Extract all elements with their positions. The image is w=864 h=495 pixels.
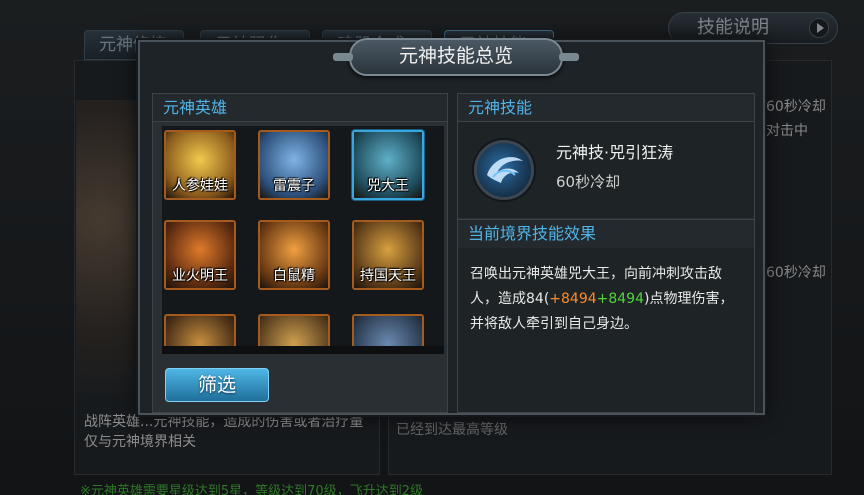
hero-name: 雷震子	[273, 178, 315, 194]
hero-name: 持国天王	[360, 268, 416, 284]
skill-effect-description: 召唤出元神英雄兕大王，向前冲刺攻击敌人，造成84(+8494+8494)点物理伤…	[470, 262, 746, 337]
hero-card[interactable]: 兕大王	[352, 130, 424, 200]
effect-bonus-green: +8494	[596, 291, 644, 307]
hero-name: 业火明王	[172, 268, 228, 284]
hero-card[interactable]: 持国天王	[352, 220, 424, 290]
effect-header: 当前境界技能效果	[458, 219, 754, 249]
filter-button[interactable]: 筛选	[165, 368, 269, 402]
hero-grid[interactable]: 人参娃娃 雷震子 兕大王业火明王 白鼠精 持国天王	[162, 126, 444, 354]
hero-name: 兕大王	[367, 178, 409, 194]
hero-card[interactable]: 人参娃娃	[164, 130, 236, 200]
water-vortex-skill-icon[interactable]	[474, 140, 534, 200]
skill-cooldown: 60秒冷却	[556, 173, 621, 191]
effect-bonus-orange: +8494	[549, 291, 597, 307]
hero-list-header: 元神英雄	[153, 94, 447, 122]
skill-name: 元神技·兕引狂涛	[556, 143, 674, 162]
skill-header: 元神技能	[458, 94, 754, 122]
hero-grid-scroll-edge	[162, 346, 444, 354]
hero-name: 人参娃娃	[172, 178, 228, 194]
hero-name: 白鼠精	[273, 268, 315, 284]
hero-card[interactable]: 雷震子	[258, 130, 330, 200]
modal-title: 元神技能总览	[333, 38, 579, 76]
hero-card[interactable]: 业火明王	[164, 220, 236, 290]
hero-card[interactable]: 白鼠精	[258, 220, 330, 290]
